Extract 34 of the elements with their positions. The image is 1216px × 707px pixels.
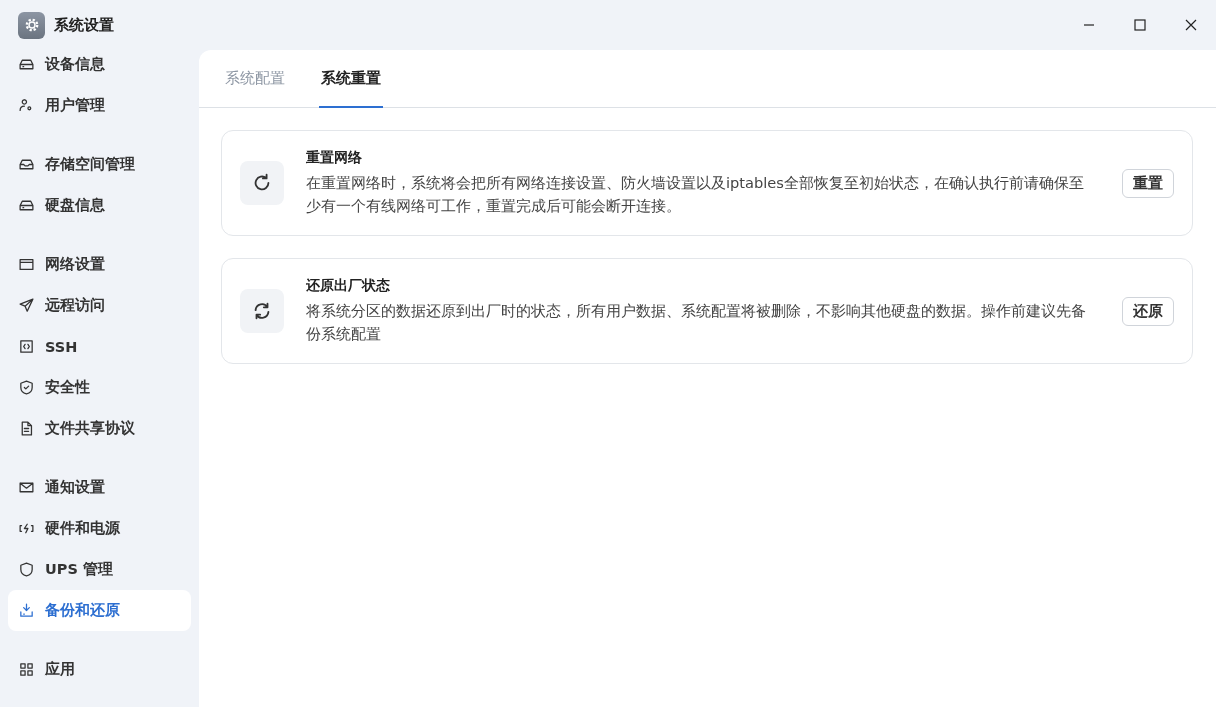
close-icon: [1184, 19, 1197, 31]
sidebar-item[interactable]: 文件共享协议: [8, 408, 191, 449]
sync-icon: [240, 289, 284, 333]
maximize-icon: [1133, 19, 1146, 31]
sidebar-item[interactable]: 用户管理: [8, 85, 191, 126]
sidebar-item[interactable]: SSH: [8, 326, 191, 367]
card-description: 在重置网络时，系统将会把所有网络连接设置、防火墙设置以及iptables全部恢复至初始状态，在确认执行前请确保至少有一个有线网络可工作，重置完成后可能会断开连接。: [306, 173, 1085, 216]
sidebar-item[interactable]: 存储空间管理: [8, 144, 191, 185]
action-button[interactable]: 重置: [1122, 168, 1174, 198]
action-button[interactable]: 还原: [1122, 296, 1174, 326]
card-title: 重置网络: [306, 149, 363, 167]
gear-icon: [18, 11, 45, 39]
sidebar-item[interactable]: 硬盘信息: [8, 185, 191, 226]
download-icon: [18, 602, 35, 619]
sidebar-item[interactable]: 应用: [8, 649, 191, 690]
shield-check-icon: [18, 379, 35, 396]
shield-icon: [18, 561, 35, 578]
sidebar-item[interactable]: UPS 管理: [8, 549, 191, 590]
send-icon: [18, 297, 35, 314]
sidebar-item[interactable]: 备份和还原: [8, 590, 191, 631]
sidebar-item[interactable]: 网络设置: [8, 244, 191, 285]
card-description: 将系统分区的数据还原到出厂时的状态，所有用户数据、系统配置将被删除，不影响其他硬盘的数据。操作前建议先备份系统配置: [306, 301, 1087, 344]
window-icon: [18, 256, 35, 273]
window-title: 系统设置: [54, 15, 114, 35]
sidebar-item[interactable]: 通知设置: [8, 467, 191, 508]
sidebar-item[interactable]: 远程访问: [8, 285, 191, 326]
refresh-icon: [240, 161, 284, 205]
tab[interactable]: 系统重置: [319, 50, 383, 108]
grid-icon: [18, 661, 35, 678]
sidebar-item[interactable]: 设备信息: [8, 44, 191, 85]
code-icon: [18, 338, 35, 355]
card-title: 还原出厂状态: [306, 277, 391, 295]
sidebar-item[interactable]: 硬件和电源: [8, 508, 191, 549]
sidebar-item[interactable]: 安全性: [8, 367, 191, 408]
